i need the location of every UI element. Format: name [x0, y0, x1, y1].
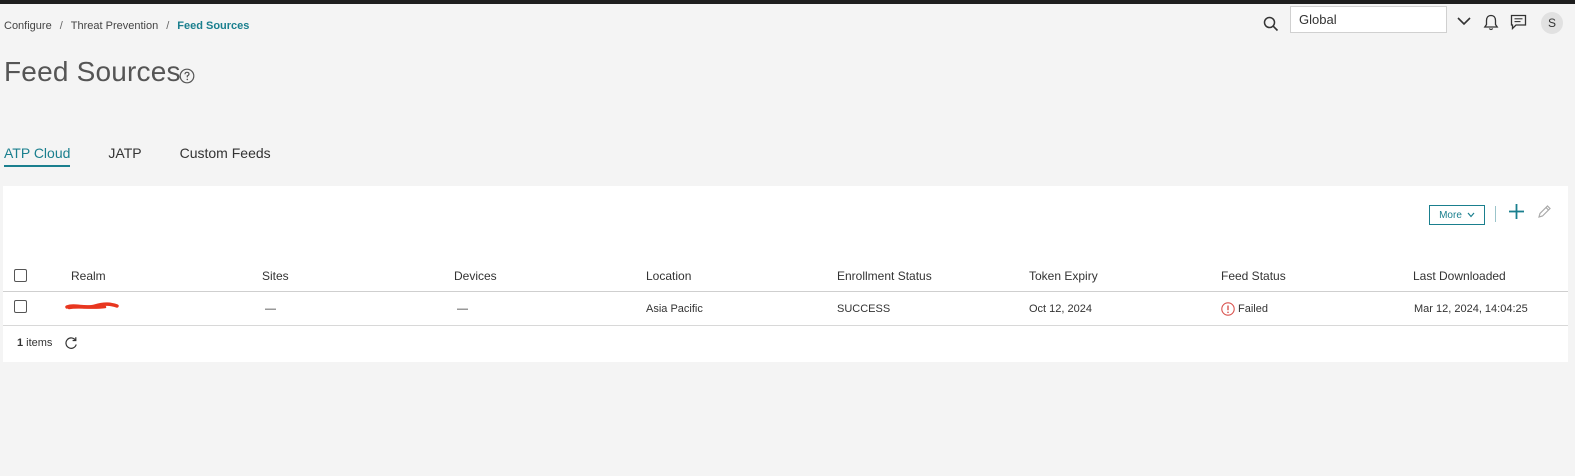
breadcrumb-separator: /: [59, 20, 63, 32]
column-header-token-expiry[interactable]: Token Expiry: [1029, 269, 1098, 283]
edit-icon[interactable]: [1537, 204, 1552, 219]
message-icon[interactable]: [1510, 14, 1527, 30]
top-border: [0, 0, 1575, 4]
chevron-down-icon[interactable]: [1457, 16, 1471, 26]
column-header-enrollment-status[interactable]: Enrollment Status: [837, 269, 932, 283]
breadcrumb-current: Feed Sources: [177, 20, 250, 32]
table-header: Realm Sites Devices Location Enrollment …: [3, 262, 1568, 292]
cell-sites: —: [265, 303, 276, 315]
table-footer: 1 items: [17, 336, 78, 350]
breadcrumb-threat-prevention[interactable]: Threat Prevention: [71, 20, 158, 32]
breadcrumb-separator: /: [166, 20, 170, 32]
tab-jatp[interactable]: JATP: [108, 145, 141, 167]
feed-status-label: Failed: [1238, 303, 1268, 315]
tab-bar: ATP Cloud JATP Custom Feeds: [4, 145, 309, 167]
column-header-sites[interactable]: Sites: [262, 269, 289, 283]
redacted-realm-mark: [65, 302, 119, 310]
user-avatar[interactable]: S: [1541, 12, 1563, 34]
row-checkbox[interactable]: [14, 300, 27, 313]
cell-feed-status: Failed: [1221, 302, 1268, 316]
help-icon[interactable]: [179, 68, 195, 84]
search-icon[interactable]: [1263, 16, 1279, 32]
table-row[interactable]: — — Asia Pacific SUCCESS Oct 12, 2024 Fa…: [3, 293, 1568, 326]
cell-location: Asia Pacific: [646, 303, 703, 315]
cell-enrollment-status: SUCCESS: [837, 303, 891, 315]
error-icon: [1221, 302, 1235, 316]
tab-custom-feeds[interactable]: Custom Feeds: [180, 145, 271, 167]
cell-devices: —: [457, 303, 468, 315]
column-header-feed-status[interactable]: Feed Status: [1221, 269, 1286, 283]
cell-last-downloaded: Mar 12, 2024, 14:04:25: [1414, 303, 1528, 315]
column-header-location[interactable]: Location: [646, 269, 691, 283]
tab-atp-cloud[interactable]: ATP Cloud: [4, 145, 71, 167]
more-button[interactable]: More: [1429, 205, 1485, 225]
refresh-icon[interactable]: [64, 336, 78, 350]
column-header-devices[interactable]: Devices: [454, 269, 497, 283]
page-title: Feed Sources: [4, 56, 181, 87]
cell-token-expiry: Oct 12, 2024: [1029, 303, 1092, 315]
toolbar-divider: [1495, 206, 1496, 222]
select-all-checkbox[interactable]: [14, 269, 27, 282]
column-header-realm[interactable]: Realm: [71, 269, 106, 283]
add-icon[interactable]: [1508, 203, 1525, 220]
feed-sources-panel: More Realm Sites Devices Location Enroll…: [3, 186, 1568, 362]
item-count: 1: [17, 337, 24, 349]
breadcrumb: Configure / Threat Prevention / Feed Sou…: [4, 20, 249, 32]
bell-icon[interactable]: [1483, 14, 1499, 31]
chevron-down-icon: [1467, 212, 1475, 218]
scope-selector[interactable]: Global: [1290, 6, 1447, 33]
item-count-label: items: [26, 337, 53, 349]
breadcrumb-configure[interactable]: Configure: [4, 20, 52, 32]
more-button-label: More: [1439, 209, 1462, 221]
column-header-last-downloaded[interactable]: Last Downloaded: [1413, 269, 1506, 283]
